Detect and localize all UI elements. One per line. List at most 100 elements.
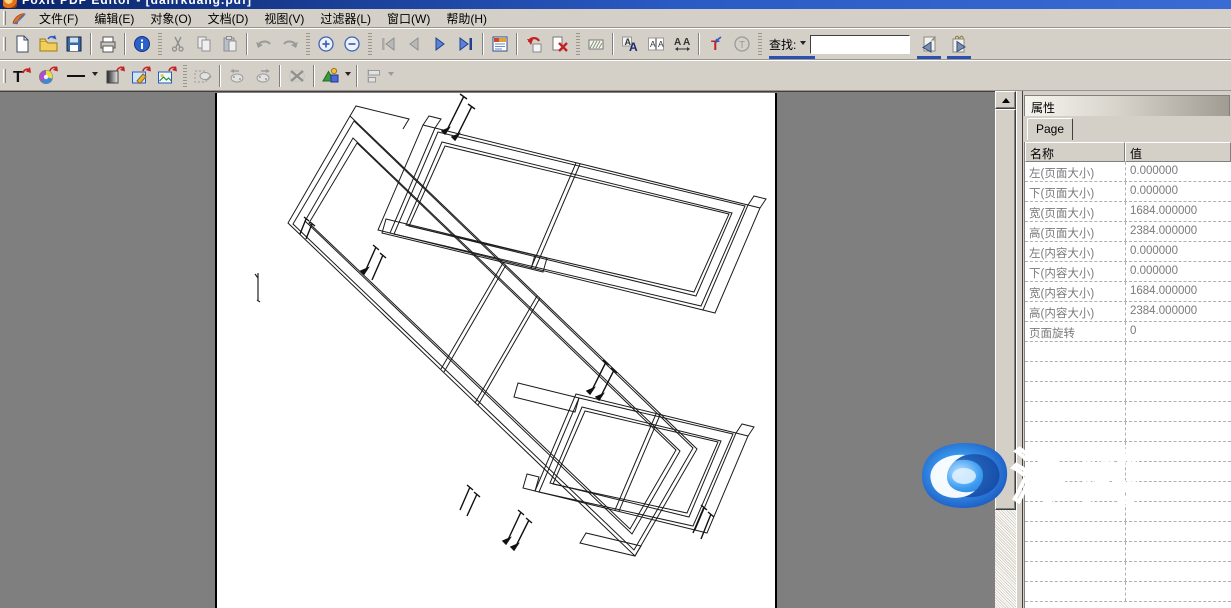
prop-value[interactable]: 2384.000000 [1125,222,1231,241]
zoom-out-button[interactable] [339,31,365,57]
char-spacing-button[interactable]: AA [669,31,695,57]
add-image-button[interactable] [154,63,180,89]
document-info-button[interactable] [129,31,155,57]
toolbar-gripper[interactable] [368,33,372,55]
scrollbar-track[interactable] [995,510,1016,608]
add-shape-button[interactable] [318,63,344,89]
column-header-value[interactable]: 值 [1125,142,1231,162]
menu-edit[interactable]: 编辑(E) [86,8,142,29]
rotate-object-right-button[interactable] [250,63,276,89]
vertical-scrollbar[interactable] [995,91,1016,608]
table-row[interactable]: 下(内容大小) 0.000000 [1025,262,1231,282]
scroll-up-button[interactable] [995,91,1016,109]
delete-page-button[interactable] [547,31,573,57]
open-file-button[interactable] [35,31,61,57]
find-previous-button[interactable] [916,31,942,57]
clone-object-button[interactable] [190,63,216,89]
line-style-button[interactable] [61,63,91,89]
menu-gripper[interactable] [3,11,6,25]
save-button[interactable] [61,31,87,57]
find-input[interactable] [810,35,910,54]
column-header-name[interactable]: 名称 [1025,142,1125,162]
table-row[interactable]: 高(内容大小) 2384.000000 [1025,302,1231,322]
separator [313,65,315,87]
prop-name: 宽(内容大小) [1025,282,1125,301]
empty-row [1025,502,1231,522]
zoom-in-button[interactable] [313,31,339,57]
empty-row [1025,582,1231,602]
menu-file[interactable]: 文件(F) [31,8,86,29]
prop-value[interactable]: 0.000000 [1125,262,1231,281]
prop-value[interactable]: 0.000000 [1125,242,1231,261]
menu-window[interactable]: 窗口(W) [379,8,438,29]
add-shape-dropdown-arrow[interactable] [345,72,351,79]
line-style-dropdown-arrow[interactable] [92,72,98,79]
new-document-button[interactable] [9,31,35,57]
prop-value[interactable]: 0.000000 [1125,162,1231,181]
toolbar-gripper[interactable] [183,65,187,87]
prop-name: 下(页面大小) [1025,182,1125,201]
toolbar-gripper[interactable] [158,33,162,55]
menu-view[interactable]: 视图(V) [256,8,312,29]
table-row[interactable]: 高(页面大小) 2384.000000 [1025,222,1231,242]
document-canvas[interactable] [0,91,995,608]
first-page-button[interactable] [375,31,401,57]
find-dropdown-arrow[interactable] [800,41,806,48]
prop-value[interactable]: 0.000000 [1125,182,1231,201]
copy-button[interactable] [191,31,217,57]
delete-object-button[interactable] [284,63,310,89]
insert-text-button[interactable]: T [703,31,729,57]
undo-button[interactable] [251,31,277,57]
table-row[interactable]: 页面旋转 0 [1025,322,1231,342]
pdf-page[interactable] [215,93,777,608]
font-select-button[interactable]: AA [617,31,643,57]
table-row[interactable]: 宽(内容大小) 1684.000000 [1025,282,1231,302]
align-objects-button[interactable] [361,63,387,89]
table-row[interactable]: 左(页面大小) 0.000000 [1025,162,1231,182]
paste-button[interactable] [217,31,243,57]
prop-value[interactable]: 2384.000000 [1125,302,1231,321]
hatch-pattern-button[interactable] [583,31,609,57]
previous-page-button[interactable] [401,31,427,57]
table-row[interactable]: 宽(页面大小) 1684.000000 [1025,202,1231,222]
add-shading-button[interactable] [102,63,128,89]
frame-assembly-drawing [217,93,775,608]
table-row[interactable]: 左(内容大小) 0.000000 [1025,242,1231,262]
rotate-object-left-button[interactable] [224,63,250,89]
toolbar-gripper[interactable] [758,33,762,55]
rotate-text-button[interactable]: T [729,31,755,57]
add-text-button[interactable]: T [9,63,35,89]
table-row[interactable]: 下(页面大小) 0.000000 [1025,182,1231,202]
empty-row [1025,342,1231,362]
next-page-button[interactable] [427,31,453,57]
toolbar-gripper[interactable] [306,33,310,55]
align-dropdown-arrow[interactable] [388,72,394,79]
add-color-button[interactable] [35,63,61,89]
font-size-button[interactable]: AA [643,31,669,57]
separator [279,65,281,87]
menu-help[interactable]: 帮助(H) [438,8,495,29]
edit-image-button[interactable] [128,63,154,89]
separator [90,33,92,55]
print-button[interactable] [95,31,121,57]
menu-object[interactable]: 对象(O) [142,8,199,29]
prop-value[interactable]: 1684.000000 [1125,202,1231,221]
prop-name: 下(内容大小) [1025,262,1125,281]
toolbar-gripper[interactable] [3,37,6,51]
cut-button[interactable] [165,31,191,57]
separator [124,33,126,55]
prop-value[interactable]: 1684.000000 [1125,282,1231,301]
find-next-button[interactable] [946,31,972,57]
page-layout-button[interactable] [487,31,513,57]
toolbar-gripper[interactable] [3,69,6,83]
prop-value[interactable]: 0 [1125,322,1231,341]
toolbar-gripper[interactable] [576,33,580,55]
find-label: 查找: [769,36,796,53]
menu-document[interactable]: 文档(D) [200,8,257,29]
last-page-button[interactable] [453,31,479,57]
rotate-page-button[interactable] [521,31,547,57]
redo-button[interactable] [277,31,303,57]
tab-page[interactable]: Page [1027,118,1073,140]
menu-filter[interactable]: 过滤器(L) [312,8,379,29]
toolbar-standard: AA AA AA T T 查找: [0,28,1231,60]
